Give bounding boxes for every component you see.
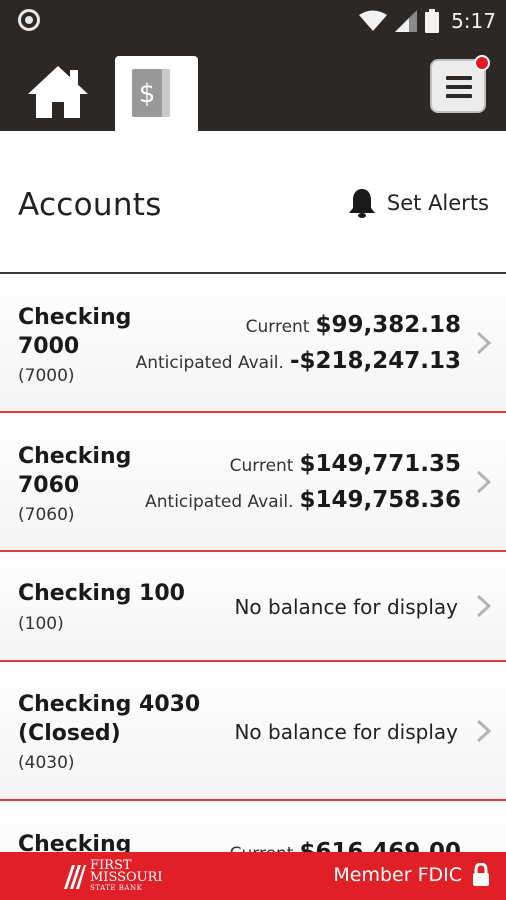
account-name-line: Checking 100 xyxy=(18,581,185,606)
anticipated-label: Anticipated Avail. xyxy=(135,353,284,373)
lock-icon xyxy=(473,863,489,886)
account-name: Checking 4030 (Closed) xyxy=(18,690,200,748)
account-name: Checking xyxy=(18,830,131,852)
status-icons: 5:17 xyxy=(359,6,496,36)
hamburger-menu-icon xyxy=(446,76,472,103)
menu-button[interactable] xyxy=(430,55,490,113)
battery-icon xyxy=(425,9,440,33)
account-name-line: Checking xyxy=(18,444,132,469)
notification-badge xyxy=(474,55,490,71)
account-name: Checking 7060 xyxy=(18,442,131,500)
bank-logo: FIRST MISSOURI STATE BANK xyxy=(62,859,163,893)
bank-logo-text: FIRST MISSOURI STATE BANK xyxy=(90,859,163,893)
wifi-icon xyxy=(359,10,388,31)
home-button[interactable] xyxy=(26,64,90,120)
current-value: $616,469.00 xyxy=(299,839,461,852)
anticipated-balance: Anticipated Avail. $149,758.36 xyxy=(145,487,461,513)
notification-circle-icon xyxy=(18,9,40,31)
current-balance: Current $99,382.18 xyxy=(246,312,461,338)
member-fdic: Member FDIC xyxy=(333,863,490,887)
current-label: Current xyxy=(229,456,294,476)
no-balance-text: No balance for display xyxy=(234,595,458,619)
account-name-line: Checking xyxy=(18,305,132,330)
account-name-line: 7000 xyxy=(18,334,80,359)
current-value: $149,771.35 xyxy=(299,451,461,477)
account-row[interactable]: Checking 100 (100) No balance for displa… xyxy=(0,552,506,662)
current-balance: Current $616,469.00 xyxy=(230,839,461,852)
chevron-right-icon xyxy=(476,594,492,618)
current-value: $99,382.18 xyxy=(315,312,461,338)
account-row[interactable]: Checking 4030 (Closed) (4030) No balance… xyxy=(0,662,506,801)
top-nav: $ xyxy=(0,42,506,131)
chevron-right-icon xyxy=(476,719,492,743)
home-icon xyxy=(28,66,88,118)
svg-text:$: $ xyxy=(139,79,156,109)
bell-icon xyxy=(348,189,375,218)
fdic-label: Member FDIC xyxy=(333,864,462,886)
anticipated-balance: Anticipated Avail. -$218,247.13 xyxy=(136,348,461,374)
account-row[interactable]: Checking 7000 (7000) Current $99,382.18 … xyxy=(0,274,506,413)
cell-signal-icon xyxy=(395,10,418,32)
account-name-line: Checking 4030 xyxy=(18,692,201,717)
status-time: 5:17 xyxy=(451,9,496,33)
anticipated-value: -$218,247.13 xyxy=(289,348,461,374)
status-bar: 5:17 xyxy=(0,0,506,42)
tab-accounts[interactable]: $ xyxy=(115,56,198,131)
account-list: Checking 7000 (7000) Current $99,382.18 … xyxy=(0,274,506,852)
anticipated-label: Anticipated Avail. xyxy=(145,492,294,512)
no-balance-text: No balance for display xyxy=(234,720,458,744)
account-number: (100) xyxy=(18,614,64,634)
account-row[interactable]: Checking Current $616,469.00 xyxy=(0,801,506,852)
anticipated-value: $149,758.36 xyxy=(299,487,461,513)
set-alerts-label: Set Alerts xyxy=(386,191,489,215)
chevron-right-icon xyxy=(476,470,492,494)
account-name-line: 7060 xyxy=(18,473,80,498)
set-alerts-button[interactable]: Set Alerts xyxy=(347,187,489,219)
account-number: (7000) xyxy=(18,366,75,386)
logo-line-statebank: STATE BANK xyxy=(90,884,143,892)
current-label: Current xyxy=(245,317,310,337)
account-number: (7060) xyxy=(18,505,75,525)
bank-logo-icon xyxy=(64,864,86,889)
account-number: (4030) xyxy=(18,753,75,773)
logo-line-missouri: MISSOURI xyxy=(90,870,163,885)
current-label: Current xyxy=(230,844,294,852)
footer-bar: FIRST MISSOURI STATE BANK Member FDIC xyxy=(0,852,506,900)
page-header: Accounts Set Alerts xyxy=(0,131,506,274)
chevron-right-icon xyxy=(476,331,492,355)
dollar-stack-icon: $ xyxy=(132,69,170,117)
page-title: Accounts xyxy=(18,187,162,223)
account-name: Checking 7000 xyxy=(18,303,131,361)
account-name-line: (Closed) xyxy=(18,721,121,746)
current-balance: Current $149,771.35 xyxy=(230,451,461,477)
account-name: Checking 100 xyxy=(18,579,185,608)
account-row[interactable]: Checking 7060 (7060) Current $149,771.35… xyxy=(0,413,506,552)
account-name-line: Checking xyxy=(18,832,132,852)
